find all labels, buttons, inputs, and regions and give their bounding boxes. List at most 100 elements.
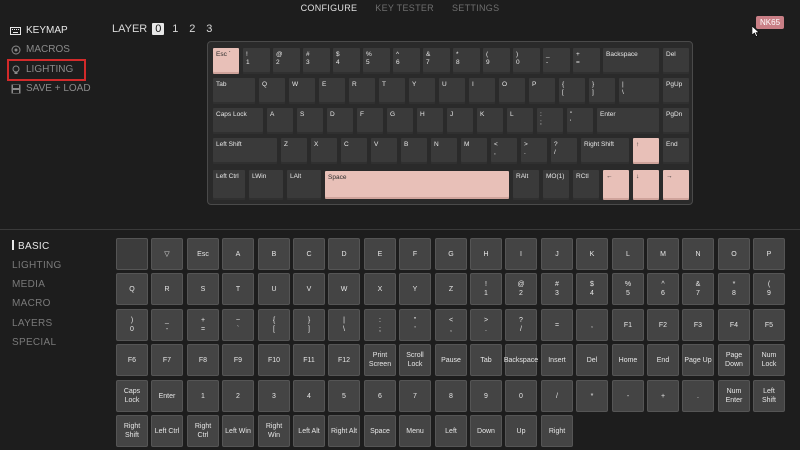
basic-key[interactable]: @ 2 [505,273,537,305]
basic-key[interactable]: _ - [151,309,183,341]
key[interactable]: E [318,77,346,105]
basic-key[interactable]: < , [435,309,467,341]
key-del[interactable]: Del [662,47,690,75]
key-down-arrow[interactable]: ↓ [632,169,660,201]
basic-key[interactable]: F5 [753,309,785,341]
key-backslash[interactable]: | \ [618,77,660,105]
basic-key[interactable]: & 7 [682,273,714,305]
key[interactable]: : ; [536,107,564,135]
key[interactable]: N [430,137,458,165]
tab-configure[interactable]: CONFIGURE [301,0,358,16]
basic-key[interactable]: B [258,238,290,270]
basic-key[interactable]: F [399,238,431,270]
key[interactable]: V [370,137,398,165]
basic-key[interactable]: - [612,380,644,412]
basic-key[interactable]: } ] [293,309,325,341]
key-pgup[interactable]: PgUp [662,77,690,105]
basic-key[interactable]: F2 [647,309,679,341]
key[interactable]: J [446,107,474,135]
category-media[interactable]: MEDIA [12,279,45,290]
key[interactable]: Y [408,77,436,105]
key[interactable]: P [528,77,556,105]
basic-key[interactable]: 7 [399,380,431,412]
layer-option-3[interactable]: 3 [203,23,215,35]
key[interactable]: U [438,77,466,105]
basic-key[interactable]: Right Ctrl [187,415,219,447]
key[interactable]: $ 4 [332,47,361,75]
basic-key[interactable]: G [435,238,467,270]
key-lwin[interactable]: LWin [248,169,284,201]
basic-key[interactable]: Esc [187,238,219,270]
basic-key[interactable]: , [576,309,608,341]
basic-key[interactable]: | \ [328,309,360,341]
basic-key[interactable]: F6 [116,344,148,376]
basic-key[interactable]: End [647,344,679,376]
key-left-arrow[interactable]: ← [602,169,630,201]
key[interactable]: ( 9 [482,47,511,75]
basic-key[interactable]: / [541,380,573,412]
basic-key[interactable]: Left Ctrl [151,415,183,447]
basic-key[interactable]: * [576,380,608,412]
key-ralt[interactable]: RAlt [512,169,540,201]
key[interactable]: B [400,137,428,165]
basic-key[interactable]: Del [576,344,608,376]
key-enter[interactable]: Enter [596,107,660,135]
tab-settings[interactable]: SETTINGS [452,0,499,16]
key[interactable]: { [ [558,77,586,105]
key-left-shift[interactable]: Left Shift [212,137,278,165]
key[interactable]: & 7 [422,47,451,75]
key[interactable]: L [506,107,534,135]
basic-key[interactable]: F11 [293,344,325,376]
basic-key[interactable]: F3 [682,309,714,341]
category-layers[interactable]: LAYERS [12,318,53,329]
basic-key[interactable]: % 5 [612,273,644,305]
basic-key[interactable]: Page Up [682,344,714,376]
basic-key[interactable]: X [364,273,396,305]
basic-key[interactable]: ~ ` [222,309,254,341]
basic-key[interactable]: 1 [187,380,219,412]
key-tab[interactable]: Tab [212,77,256,105]
basic-key[interactable]: H [470,238,502,270]
basic-key[interactable]: V [293,273,325,305]
basic-key[interactable]: O [718,238,750,270]
key[interactable]: " ' [566,107,594,135]
keyboard-name-badge[interactable]: NK65 [756,16,785,29]
basic-key[interactable] [116,238,148,270]
basic-key[interactable]: M [647,238,679,270]
key[interactable]: T [378,77,406,105]
basic-key[interactable]: F9 [222,344,254,376]
key[interactable]: W [288,77,316,105]
basic-key[interactable]: Pause [435,344,467,376]
basic-key[interactable]: Page Down [718,344,750,376]
basic-key[interactable]: { [ [258,309,290,341]
basic-key[interactable]: Z [435,273,467,305]
basic-key[interactable]: Down [470,415,502,447]
key[interactable]: # 3 [302,47,331,75]
key[interactable]: ^ 6 [392,47,421,75]
basic-key[interactable]: U [258,273,290,305]
key[interactable]: A [266,107,294,135]
basic-key[interactable]: Up [505,415,537,447]
basic-key[interactable]: 5 [328,380,360,412]
basic-key[interactable]: C [293,238,325,270]
basic-key[interactable]: 3 [258,380,290,412]
key[interactable]: S [296,107,324,135]
basic-key[interactable]: ! 1 [470,273,502,305]
basic-key[interactable]: Left [435,415,467,447]
basic-key[interactable]: Insert [541,344,573,376]
key[interactable]: Z [280,137,308,165]
key[interactable]: } ] [588,77,616,105]
basic-key[interactable]: F10 [258,344,290,376]
basic-key[interactable]: ^ 6 [647,273,679,305]
basic-key[interactable]: Left Win [222,415,254,447]
category-basic[interactable]: BASIC [12,240,50,252]
basic-key[interactable]: Menu [399,415,431,447]
basic-key[interactable]: N [682,238,714,270]
key-right-shift[interactable]: Right Shift [580,137,630,165]
basic-key[interactable]: Print Screen [364,344,396,376]
basic-key[interactable]: J [541,238,573,270]
key[interactable]: H [416,107,444,135]
basic-key[interactable]: Right [541,415,573,447]
sidebar-item-keymap[interactable]: KEYMAP [10,25,68,36]
basic-key[interactable]: 4 [293,380,325,412]
